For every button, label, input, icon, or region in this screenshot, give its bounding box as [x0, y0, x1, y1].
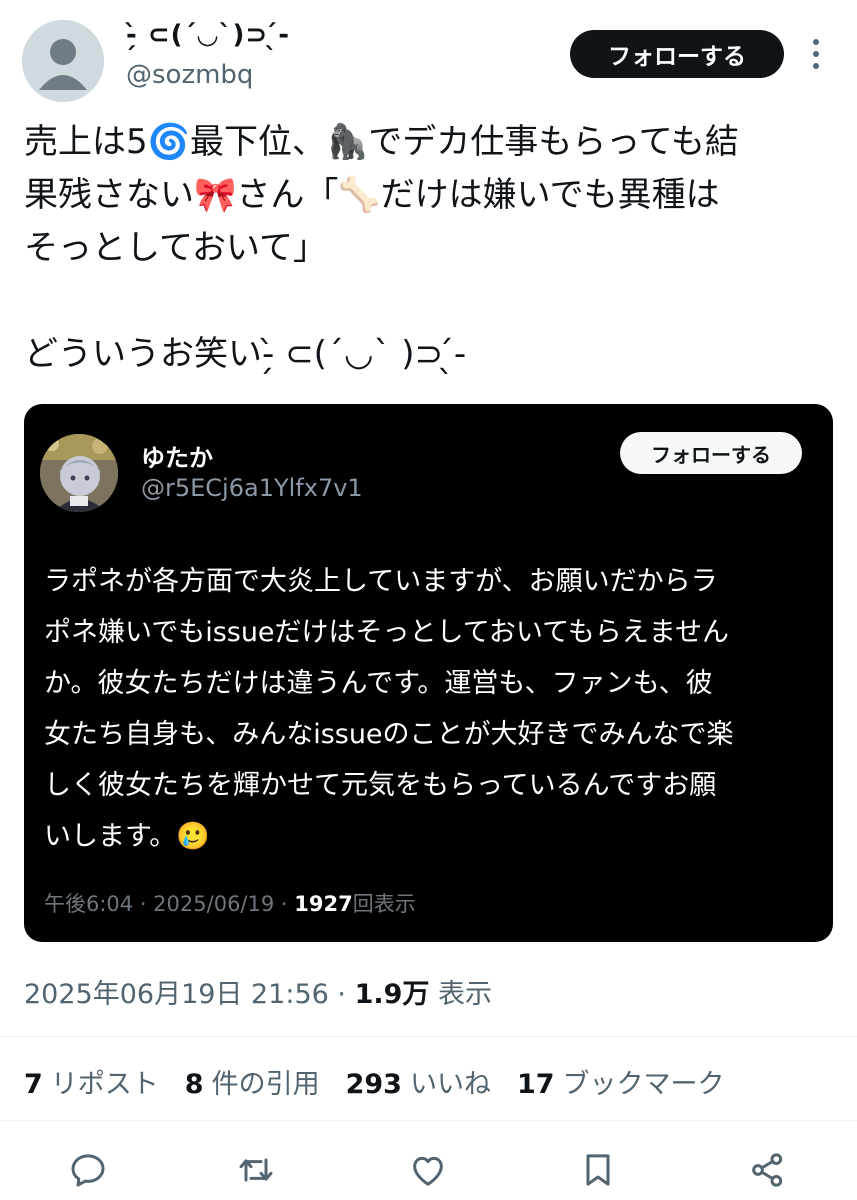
- like-heart-icon[interactable]: [408, 1150, 448, 1190]
- likes-count: 293: [345, 1069, 402, 1100]
- quoted-line: か。彼女たちだけは違うんです。運営も、ファンも、彼: [44, 668, 713, 699]
- tweet-line: そっとしておいて」: [24, 228, 327, 268]
- tweet-line: どういうお笑い-̗̀ ⊂(´◡` )⊃ ̖́-: [24, 334, 467, 374]
- anime-avatar-icon: [40, 434, 118, 512]
- bookmark-icon[interactable]: [578, 1150, 618, 1190]
- reposts-stat[interactable]: 7 リポスト: [24, 1062, 159, 1101]
- tweet-text: 売上は5🌀最下位、🦍でデカ仕事もらっても結 果残さない🎀さん「🦴だけは嫌いでも異…: [24, 116, 839, 381]
- bookmarks-label: ブックマーク: [562, 1069, 725, 1100]
- repost-icon[interactable]: [236, 1150, 276, 1190]
- follow-button[interactable]: フォローする: [570, 30, 784, 78]
- quoted-author-avatar[interactable]: [40, 434, 118, 512]
- divider: [0, 1036, 857, 1037]
- default-avatar-icon: [22, 20, 104, 102]
- reposts-label: リポスト: [50, 1069, 159, 1100]
- quoted-line: 女たち自身も、みんなissueのことが大好きでみんなで楽: [44, 719, 734, 750]
- timestamp-text[interactable]: 2025年06月19日 21:56 ·: [24, 979, 355, 1010]
- more-options-icon[interactable]: [806, 36, 826, 72]
- quoted-tweet-meta: 午後6:04 · 2025/06/19 · 1927回表示: [44, 888, 416, 918]
- action-bar: [0, 1140, 857, 1200]
- tweet-line: 売上は5🌀最下位、🦍でデカ仕事もらっても結: [24, 122, 739, 162]
- reposts-count: 7: [24, 1069, 43, 1100]
- author-handle[interactable]: @sozmbq: [126, 60, 253, 90]
- tweet-blank-line: [24, 275, 839, 328]
- quotes-count: 8: [184, 1069, 204, 1100]
- quoted-tweet-text: ラポネが各方面で大炎上していますが、お願いだからラ ポネ嫌いでもissueだけは…: [44, 556, 819, 862]
- quotes-label: 件の引用: [211, 1069, 320, 1100]
- reply-icon[interactable]: [68, 1150, 108, 1190]
- tweet-header: -̗̀ ⊂(´◡`)⊃ ̖́- @sozmbq フォローする: [0, 0, 857, 110]
- share-icon[interactable]: [748, 1150, 788, 1190]
- quoted-time: 午後6:04 · 2025/06/19 ·: [44, 892, 295, 916]
- quoted-follow-button[interactable]: フォローする: [620, 432, 802, 474]
- bookmarks-stat[interactable]: 17 ブックマーク: [517, 1062, 725, 1101]
- quotes-stat[interactable]: 8 件の引用: [185, 1062, 320, 1101]
- views-label: 表示: [429, 979, 493, 1010]
- likes-stat[interactable]: 293 いいね: [346, 1062, 491, 1101]
- quoted-author-handle[interactable]: @r5ECj6a1Ylfx7v1: [141, 474, 363, 502]
- views-count: 1.9万: [354, 979, 430, 1010]
- quoted-tweet-card[interactable]: ゆたか @r5ECj6a1Ylfx7v1 フォローする ラポネが各方面で大炎上し…: [24, 404, 833, 942]
- tweet-line: 果残さない🎀さん「🦴だけは嫌いでも異種は: [24, 175, 720, 215]
- quoted-author-name[interactable]: ゆたか: [141, 438, 213, 473]
- author-display-name[interactable]: -̗̀ ⊂(´◡`)⊃ ̖́-: [126, 20, 290, 50]
- bookmarks-count: 17: [516, 1069, 555, 1100]
- author-avatar[interactable]: [22, 20, 104, 102]
- tweet-timestamp: 2025年06月19日 21:56 · 1.9万 表示: [24, 972, 492, 1011]
- likes-label: いいね: [409, 1069, 491, 1100]
- quoted-line: しく彼女たちを輝かせて元気をもらっているんですお願: [44, 770, 717, 801]
- quoted-views-label: 回表示: [352, 892, 416, 916]
- quoted-line: いします。🥲: [44, 821, 210, 852]
- quoted-views-count: 1927: [294, 892, 353, 916]
- quoted-line: ラポネが各方面で大炎上していますが、お願いだからラ: [44, 566, 718, 597]
- engagement-stats: 7 リポスト 8 件の引用 293 いいね 17 ブックマーク: [24, 1062, 725, 1101]
- quoted-line: ポネ嫌いでもissueだけはそっとしておいてもらえません: [44, 617, 729, 648]
- divider: [0, 1120, 857, 1121]
